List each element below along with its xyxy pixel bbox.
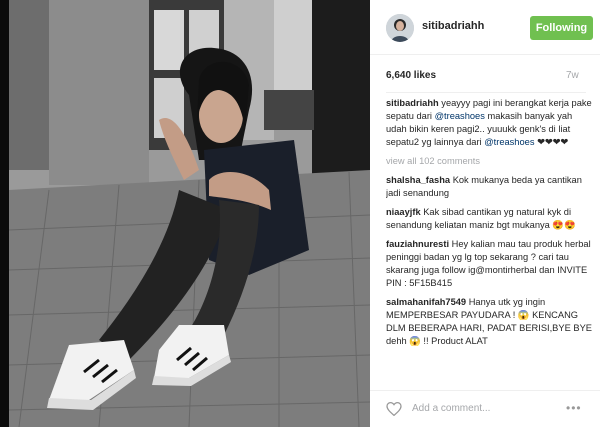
comment-username[interactable]: shalsha_fasha (386, 175, 450, 185)
view-all-comments-link[interactable]: view all 102 comments (386, 155, 594, 168)
post-header: sitibadriahh Following (370, 0, 600, 55)
post-details-panel: sitibadriahh Following 6,640 likes 7w si… (370, 0, 600, 427)
caption: sitibadriahh yeayyy pagi ini berangkat k… (386, 97, 594, 149)
heart-icon[interactable] (386, 402, 402, 416)
add-comment-input[interactable]: Add a comment... (412, 403, 490, 414)
comment-item: shalsha_fasha Kok mukanya beda ya cantik… (386, 174, 594, 200)
likes-count[interactable]: 6,640 likes (386, 70, 436, 81)
avatar[interactable] (386, 14, 414, 42)
more-options-icon[interactable]: ••• (566, 401, 582, 415)
comment-footer: Add a comment... ••• (370, 390, 600, 427)
caption-text-3: ❤︎❤︎❤︎❤︎ (534, 137, 569, 147)
comment-item: fauziahnuresti Hey kalian mau tau produk… (386, 238, 594, 290)
post-stats: 6,640 likes 7w (386, 70, 586, 86)
comment-username[interactable]: salmahanifah7549 (386, 297, 466, 307)
comments-list: sitibadriahh yeayyy pagi ini berangkat k… (386, 97, 594, 385)
comment-username[interactable]: niaayjfk (386, 207, 421, 217)
post-photo[interactable] (9, 0, 370, 427)
left-edge-bar (0, 0, 9, 427)
divider (386, 92, 586, 93)
caption-username[interactable]: sitibadriahh (386, 98, 439, 108)
mention-link[interactable]: @treashoes (484, 137, 534, 147)
comment-item: salmahanifah7549 Hanya utk yg ingin MEMP… (386, 296, 594, 348)
comment-item: niaayjfk Kak sibad cantikan yg natural k… (386, 206, 594, 232)
post-age[interactable]: 7w (566, 70, 579, 81)
comment-username[interactable]: fauziahnuresti (386, 239, 449, 249)
mention-link[interactable]: @treashoes (435, 111, 485, 121)
following-button[interactable]: Following (530, 16, 593, 40)
username-link[interactable]: sitibadriahh (422, 20, 484, 32)
